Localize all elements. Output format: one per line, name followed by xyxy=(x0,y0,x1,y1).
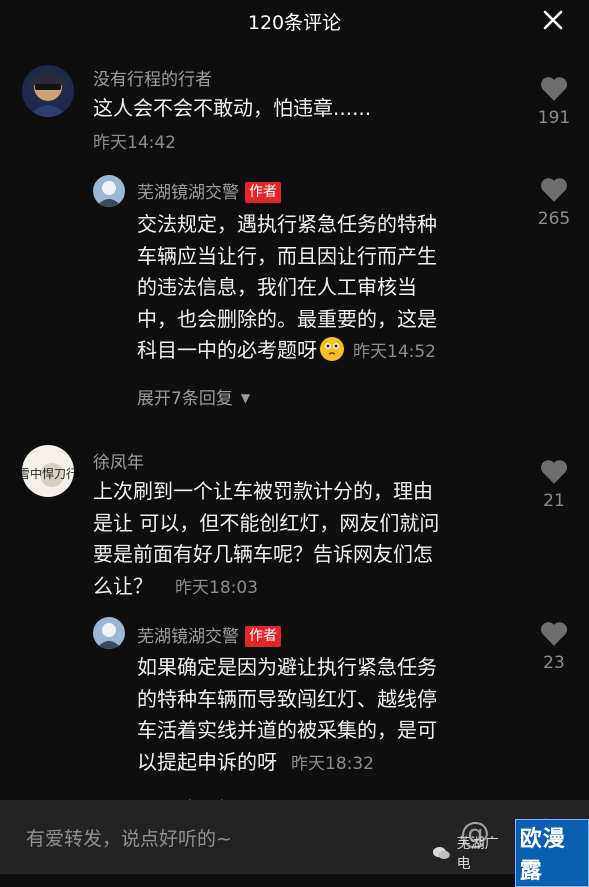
like-button[interactable]: 23 xyxy=(534,620,574,673)
avatar[interactable] xyxy=(93,617,125,649)
author-badge: 作者 xyxy=(245,182,281,203)
comment-time: 昨天18:03 xyxy=(175,577,258,598)
like-count: 265 xyxy=(537,209,571,229)
like-count: 23 xyxy=(543,653,565,673)
reply-username[interactable]: 芜湖镜湖交警 作者 xyxy=(137,178,281,203)
like-count: 191 xyxy=(537,108,571,128)
comment-username[interactable]: 没有行程的行者 xyxy=(93,65,212,90)
comments-header: 120条评论 xyxy=(0,0,589,44)
like-button[interactable]: 265 xyxy=(534,176,574,229)
comment-text: 上次刷到一个让车被罚款计分的，理由 是让 可以，但不能创红灯，网友们就问 要是前… xyxy=(93,479,440,598)
author-badge: 作者 xyxy=(245,626,281,647)
reply-username[interactable]: 芜湖镜湖交警 作者 xyxy=(137,622,281,647)
avatar[interactable] xyxy=(93,175,125,207)
reply-text: 交法规定，遇执行紧急任务的特种 车辆应当让行，而且因让行而产生 的违法信息，我们… xyxy=(137,209,527,372)
comments-count-title: 120条评论 xyxy=(247,12,342,34)
avatar[interactable]: 雪中悍刀行 xyxy=(22,445,74,497)
heart-icon xyxy=(541,178,567,202)
heart-icon xyxy=(541,77,567,101)
watermark-logo: 欧漫露 xyxy=(514,819,589,887)
reply-time: 昨天18:32 xyxy=(291,753,374,774)
reply-text: 如果确定是因为避让执行紧急任务 的特种车辆而导致闯红灯、越线停 车活着实线并道的… xyxy=(137,655,437,774)
comment-text: 这人会不会不敢动，怕违章...... xyxy=(93,96,372,120)
heart-icon xyxy=(541,622,567,646)
avatar[interactable] xyxy=(22,65,74,117)
reply-time: 昨天14:52 xyxy=(353,342,436,362)
close-icon[interactable] xyxy=(539,6,567,34)
wechat-icon xyxy=(432,846,450,860)
chevron-down-icon: ▼ xyxy=(240,391,251,405)
heart-icon xyxy=(541,460,567,484)
like-count: 21 xyxy=(543,491,565,511)
like-button[interactable]: 191 xyxy=(534,75,574,128)
like-button[interactable]: 21 xyxy=(534,458,574,511)
thinking-emoji-icon xyxy=(319,336,345,372)
expand-replies-button[interactable]: 展开7条回复 ▼ xyxy=(137,384,250,409)
watermark-text: 芜湖广电 xyxy=(456,836,499,872)
comment-username[interactable]: 徐凤年 xyxy=(93,448,144,473)
watermark: 芜湖广电 欧漫露 xyxy=(432,819,589,887)
comment-time: 昨天14:42 xyxy=(93,133,176,153)
comment-input[interactable]: 有爱转发，说点好听的~ xyxy=(26,824,232,851)
avatar-calligraphy: 雪中悍刀行 xyxy=(22,466,74,481)
